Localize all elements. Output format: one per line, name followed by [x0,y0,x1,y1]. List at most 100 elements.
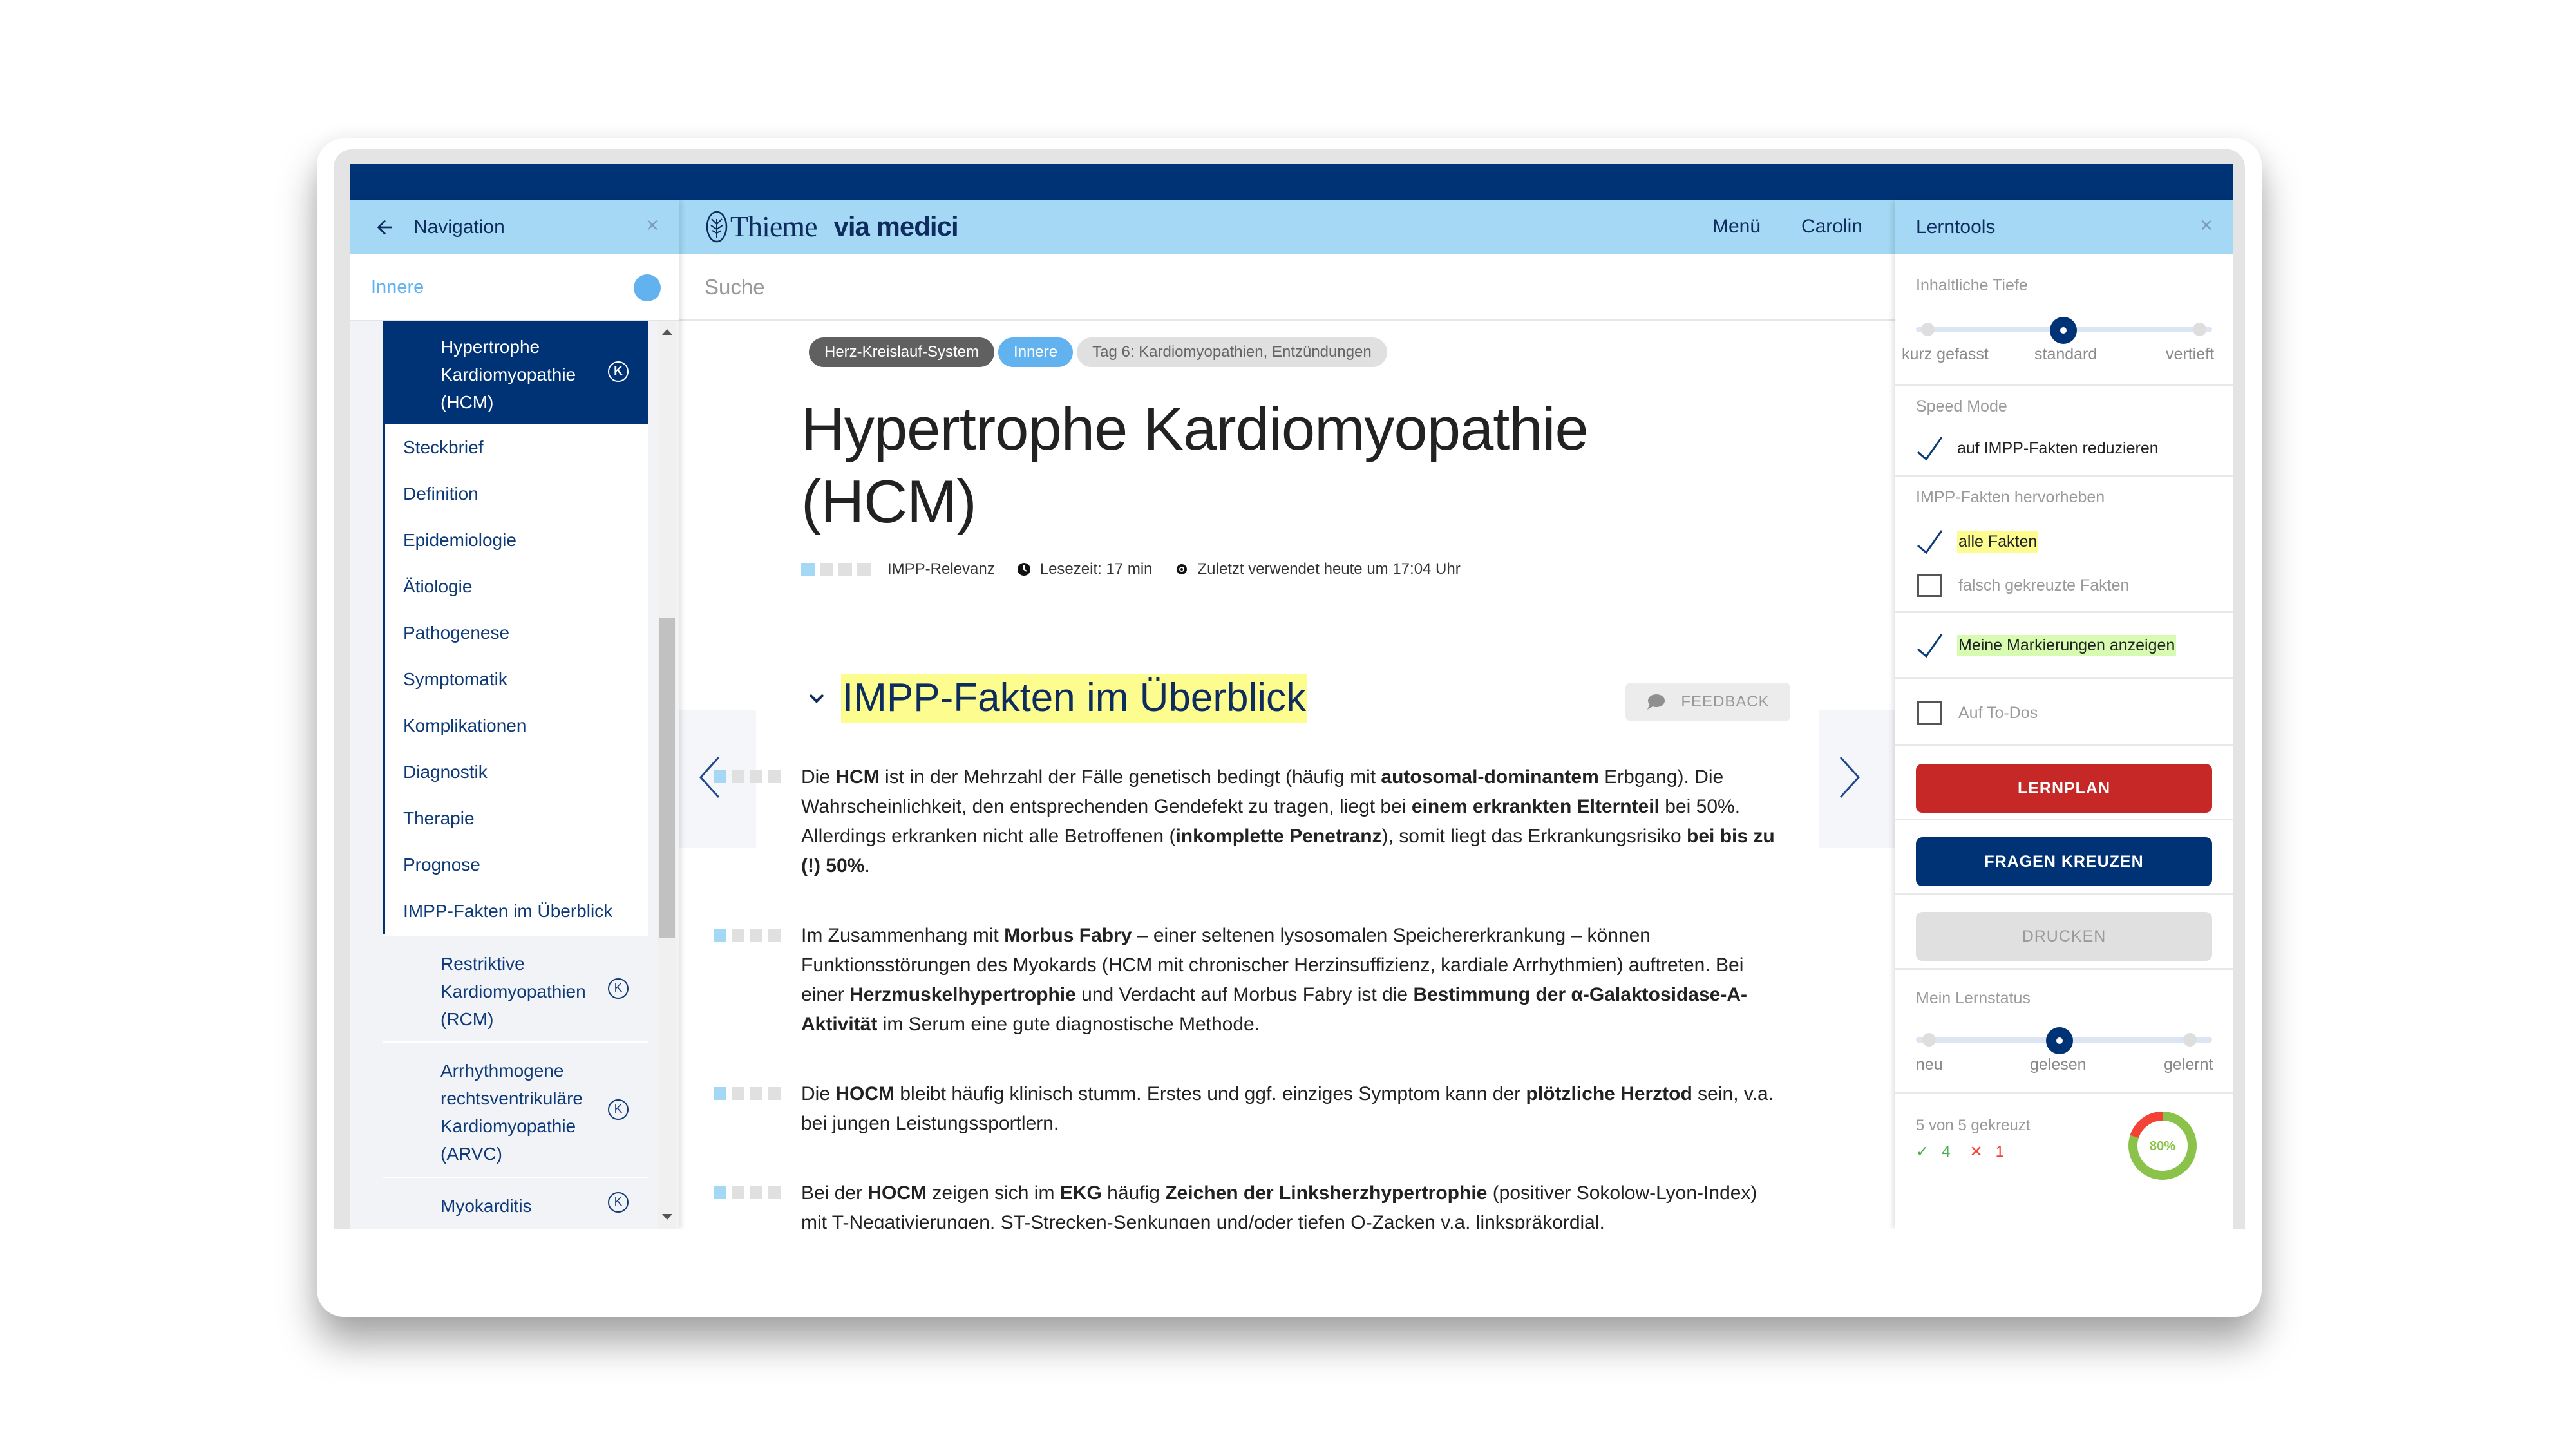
tag-organ-system[interactable]: Herz-Kreislauf-System [809,337,995,367]
section-header[interactable]: IMPP-Fakten im Überblick [808,674,1308,723]
score-summary: 5 von 5 gekreuzt [1916,1117,2031,1134]
impp-fact: Die HOCM bleibt häufig klinisch stumm. E… [714,1079,1780,1139]
close-icon[interactable]: × [643,214,662,236]
nav-subitem[interactable]: Ätiologie [385,564,648,610]
fact-keyword: inkomplette Penetranz [1175,826,1382,847]
highlight-wrong-label: falsch gekreuzte Fakten [1958,576,2130,594]
thieme-logo[interactable]: Thieme via medici [706,209,959,243]
cross-icon: ✕ [1969,1143,1983,1160]
nav-subitem[interactable]: Symptomatik [385,656,648,703]
nav-item-active[interactable]: Hypertrophe Kardiomyopathie (HCM) K [383,321,648,424]
drucken-section: DRUCKEN [1895,895,2233,970]
nav-subitem[interactable]: Komplikationen [385,703,648,749]
subject-color-dot [634,274,661,301]
checkmark-icon [1917,530,1943,554]
fact-text: bleibt häufig klinisch stumm. Erstes und… [895,1083,1526,1104]
fact-keyword: HOCM [835,1083,895,1104]
checkbox-empty-icon [1917,701,1942,724]
impp-facts-list: Die HCM ist in der Mehrzahl der Fälle ge… [714,762,1793,1229]
highlight-all-checkbox[interactable]: alle Fakten [1916,522,2212,561]
lernstatus-option: neu [1916,1056,1943,1074]
speed-mode-checkbox[interactable]: auf IMPP-Fakten reduzieren [1916,429,2212,468]
nav-item[interactable]: Arrhythmogene rechtsventrikuläre Kardiom… [383,1041,648,1177]
depth-slider[interactable] [1916,317,2212,344]
nav-subitem[interactable]: Diagnostik [385,749,648,795]
k-badge-icon: K [608,978,629,999]
k-badge-icon: K [608,1099,629,1120]
wrong-count: ✕ 1 [1969,1142,2003,1161]
slider-knob[interactable] [2050,317,2077,344]
scroll-thumb[interactable] [659,618,675,938]
scroll-up-icon[interactable] [662,329,672,335]
drucken-button[interactable]: DRUCKEN [1916,912,2212,961]
correct-value: 4 [1942,1143,1951,1160]
lernstatus-label: Mein Lernstatus [1916,989,2031,1007]
close-icon[interactable]: × [2197,214,2216,236]
highlight-wrong-checkbox[interactable]: falsch gekreuzte Fakten [1916,566,2212,605]
lernstatus-slider[interactable] [1916,1027,2212,1054]
next-page-button[interactable] [1819,710,1896,848]
eye-icon [1176,564,1187,574]
checkmark-icon [1917,634,1943,658]
nav-subitem[interactable]: Pathogenese [385,610,648,656]
tree-logo-icon [706,211,728,242]
page-title: Hypertrophe Kardiomyopathie (HCM) [801,395,1589,535]
checkmark-icon [1917,437,1943,461]
markings-checkbox[interactable]: Meine Markierungen anzeigen [1916,626,2212,665]
slider-stop[interactable] [1921,323,1935,336]
navigation-tree: Hypertrophe Kardiomyopathie (HCM) K Stec… [350,321,679,1229]
navigation-panel: Navigation × Innere Hypertrophe Kardiomy… [350,200,679,1229]
nav-subitem[interactable]: Prognose [385,842,648,888]
nav-subitem[interactable]: Steckbrief [385,424,648,471]
todos-checkbox[interactable]: Auf To-Dos [1916,694,2212,732]
fact-text: Bei der [801,1182,868,1204]
lerntools-header: Lerntools × [1895,200,2233,254]
slider-stop[interactable] [2193,323,2206,336]
fact-keyword: EKG [1059,1182,1102,1204]
user-menu[interactable]: Carolin [1801,216,1862,238]
nav-item-label: Restriktive Kardiomyopathien (RCM) [440,954,586,1029]
lernplan-button[interactable]: LERNPLAN [1916,764,2212,813]
fact-text: und Verdacht auf Morbus Fabry ist die [1075,984,1414,1005]
feedback-button[interactable]: FEEDBACK [1625,683,1790,721]
tag-learning-day[interactable]: Tag 6: Kardiomyopathien, Entzündungen [1077,337,1387,367]
reading-time: Lesezeit: 17 min [1039,560,1153,578]
depth-label: Inhaltliche Tiefe [1916,276,2028,294]
nav-subitem[interactable]: IMPP-Fakten im Überblick [385,888,648,934]
nav-subitem[interactable]: Epidemiologie [385,517,648,564]
fact-keyword: HCM [835,766,880,788]
slider-stop[interactable] [1922,1033,1936,1046]
subject-filter[interactable]: Innere [350,254,679,321]
subject-filter-label: Innere [371,276,424,298]
fragen-kreuzen-button[interactable]: FRAGEN KREUZEN [1916,837,2212,886]
impp-relevance-label: IMPP-Relevanz [887,560,995,578]
nav-subitem[interactable]: Definition [385,471,648,517]
chat-bubble-icon [1647,694,1665,710]
highlight-section: IMPP-Fakten hervorheben alle Fakten fals… [1895,477,2233,613]
menu-link[interactable]: Menü [1712,216,1761,238]
score-donut-chart: 80% [2128,1112,2197,1180]
chevron-down-icon[interactable] [808,692,826,705]
slider-stop[interactable] [2183,1033,2197,1046]
app-screen: Navigation × Innere Hypertrophe Kardiomy… [350,164,2233,1229]
article-meta: IMPP-Relevanz Lesezeit: 17 min Zuletzt v… [801,560,1461,578]
fact-keyword: HOCM [867,1182,927,1204]
slider-knob[interactable] [2045,1027,2073,1054]
checkbox-empty-icon [1917,574,1942,597]
markings-section: Meine Markierungen anzeigen [1895,613,2233,679]
markings-label: Meine Markierungen anzeigen [1957,634,2177,656]
k-badge-icon: K [608,361,629,382]
wrong-value: 1 [1995,1143,2004,1160]
nav-item[interactable]: Restriktive Kardiomyopathien (RCM) K [383,934,648,1041]
tag-subject[interactable]: Innere [998,337,1074,367]
scroll-down-icon[interactable] [662,1214,672,1220]
arrow-back-icon[interactable] [374,216,395,238]
brand-thieme: Thieme [730,210,817,243]
section-title: IMPP-Fakten im Überblick [841,674,1308,723]
score-counts: ✓ 4 ✕ 1 [1916,1142,2004,1161]
search-input[interactable] [705,274,1349,299]
fact-text: zeigen sich im [927,1182,1060,1204]
nav-item[interactable]: Myokarditis K [383,1177,648,1228]
nav-subitem[interactable]: Therapie [385,795,648,842]
nav-scrollbar[interactable] [658,321,676,1229]
